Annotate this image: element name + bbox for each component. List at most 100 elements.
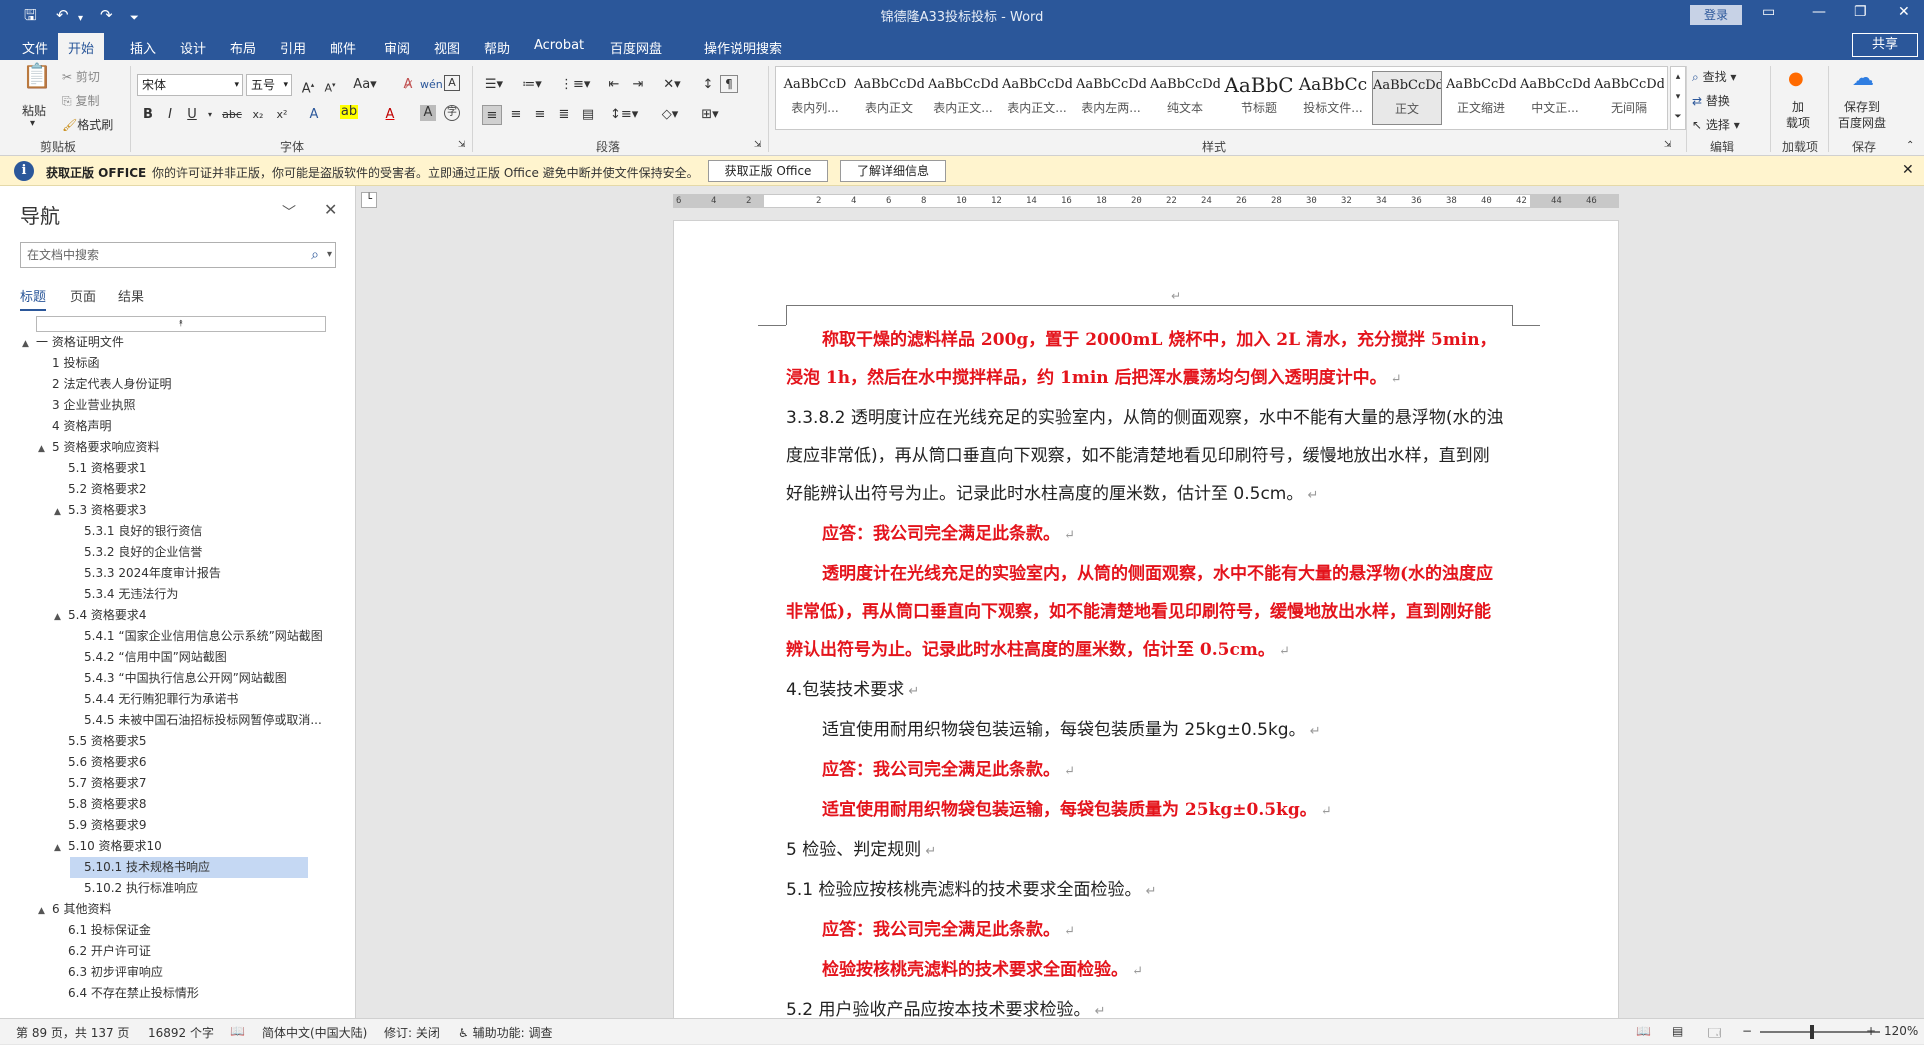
zoom-level[interactable]: 120% bbox=[1884, 1024, 1918, 1038]
nav-heading-item[interactable]: 5.3.1 良好的银行资信 bbox=[70, 521, 202, 542]
text-effects-icon[interactable]: A bbox=[304, 105, 324, 125]
ribbon-display-options-icon[interactable]: ▭ bbox=[1762, 4, 1775, 20]
paste-icon[interactable]: 📋 bbox=[22, 64, 52, 98]
addins-icon[interactable]: ● bbox=[1788, 68, 1804, 89]
font-size-combo[interactable]: 五号 ▾ bbox=[246, 74, 292, 96]
nav-tab-pages[interactable]: 页面 bbox=[70, 286, 96, 305]
nav-heading-item[interactable]: 6.2 开户许可证 bbox=[54, 941, 151, 962]
format-painter-button[interactable]: 🖌格式刷 bbox=[62, 116, 113, 133]
expand-toggle-icon[interactable]: ▲ bbox=[22, 334, 36, 355]
style-item[interactable]: AaBbCcDdI 正文 bbox=[1372, 71, 1442, 125]
web-layout-icon[interactable]: 🗔 bbox=[1708, 1024, 1721, 1045]
nav-heading-item[interactable]: 5.5 资格要求5 bbox=[54, 731, 147, 752]
document-page[interactable]: ↵ 称取干燥的滤料样品 200g，置于 2000mL 烧杯中，加入 2L 清水，… bbox=[673, 220, 1619, 1018]
phonetic-guide-icon[interactable]: wén bbox=[420, 75, 443, 95]
document-paragraph[interactable]: 适宜使用耐用织物袋包装运输，每袋包装质量为 25kg±0.5kg。 ↵ bbox=[786, 791, 1506, 831]
numbering-icon[interactable]: ≔▾ bbox=[520, 75, 544, 95]
proofing-icon[interactable]: 📖 bbox=[230, 1024, 245, 1038]
close-icon[interactable]: ✕ bbox=[1898, 4, 1910, 20]
get-genuine-office-button[interactable]: 获取正版 Office bbox=[708, 160, 828, 182]
language-indicator[interactable]: 简体中文(中国大陆) bbox=[262, 1024, 367, 1041]
nav-heading-item[interactable]: 5.2 资格要求2 bbox=[54, 479, 147, 500]
nav-heading-item[interactable]: 5.4.4 无行贿犯罪行为承诺书 bbox=[70, 689, 238, 710]
tab-3[interactable]: 设计 bbox=[180, 38, 206, 57]
zoom-out-icon[interactable]: − bbox=[1742, 1024, 1752, 1038]
underline-dropdown-icon[interactable]: ▾ bbox=[200, 105, 220, 125]
tab-12[interactable]: 操作说明搜索 bbox=[704, 38, 782, 57]
bold-icon[interactable]: B bbox=[138, 105, 158, 125]
style-item[interactable]: AaBbCcDdI 无间隔 bbox=[1594, 71, 1664, 125]
word-count[interactable]: 16892 个字 bbox=[148, 1024, 214, 1041]
document-paragraph[interactable]: 应答：我公司完全满足此条款。 ↵ bbox=[786, 515, 1506, 555]
document-paragraph[interactable]: 检验按核桃壳滤料的技术要求全面检验。 ↵ bbox=[786, 951, 1506, 991]
underline-icon[interactable]: U bbox=[182, 105, 202, 125]
tab-10[interactable]: Acrobat bbox=[534, 38, 584, 53]
share-button[interactable]: 共享 bbox=[1852, 33, 1918, 57]
borders-icon[interactable]: ⊞▾ bbox=[696, 105, 724, 125]
align-right-icon[interactable]: ≡ bbox=[530, 105, 550, 125]
tab-9[interactable]: 帮助 bbox=[484, 38, 510, 57]
zoom-slider[interactable] bbox=[1760, 1031, 1880, 1033]
increase-indent-icon[interactable]: ⇥ bbox=[628, 75, 648, 95]
nav-heading-item[interactable]: ▲ 5 资格要求响应资料 bbox=[38, 437, 159, 458]
nav-heading-item[interactable]: 5.4.1 “国家企业信用信息公示系统”网站截图 bbox=[70, 626, 323, 647]
nav-heading-item[interactable]: 5.4.3 “中国执行信息公开网”网站截图 bbox=[70, 668, 287, 689]
zoom-in-icon[interactable]: + bbox=[1866, 1024, 1876, 1038]
tab-2[interactable]: 插入 bbox=[130, 38, 156, 57]
styles-scroll[interactable]: ▴ ▾ ⏷ bbox=[1670, 66, 1686, 130]
nav-tab-headings[interactable]: 标题 bbox=[20, 286, 47, 311]
tab-5[interactable]: 引用 bbox=[280, 38, 306, 57]
page-count[interactable]: 第 89 页，共 137 页 bbox=[16, 1024, 129, 1041]
minimize-icon[interactable]: — bbox=[1812, 4, 1826, 20]
nav-heading-item[interactable]: 5.8 资格要求8 bbox=[54, 794, 147, 815]
nav-heading-item[interactable]: ▲ 5.3 资格要求3 bbox=[54, 500, 147, 521]
close-icon[interactable]: ✕ bbox=[324, 200, 337, 219]
character-shading-icon[interactable]: A bbox=[420, 105, 436, 121]
chevron-down-icon[interactable]: ﹀ bbox=[282, 202, 296, 222]
align-left-icon[interactable]: ≡ bbox=[482, 105, 502, 125]
decrease-indent-icon[interactable]: ⇤ bbox=[604, 75, 624, 95]
replace-button[interactable]: ⇄ 替换 bbox=[1692, 92, 1730, 109]
tab-1[interactable]: 开始 bbox=[58, 33, 105, 60]
nav-tab-results[interactable]: 结果 bbox=[118, 286, 144, 305]
nav-heading-item[interactable]: 6.3 初步评审响应 bbox=[54, 962, 163, 983]
baidu-save-label-2[interactable]: 百度网盘 bbox=[1838, 114, 1886, 131]
nav-heading-item[interactable]: 6.4 不存在禁止投标情形 bbox=[54, 983, 199, 1004]
nav-heading-item[interactable]: 5.1 资格要求1 bbox=[54, 458, 147, 479]
nav-heading-item[interactable]: ▲ 5.10 资格要求10 bbox=[54, 836, 162, 857]
nav-heading-item[interactable]: 2 法定代表人身份证明 bbox=[38, 374, 171, 395]
expand-toggle-icon[interactable]: ▲ bbox=[38, 901, 52, 922]
nav-heading-item[interactable]: 5.3.3 2024年度审计报告 bbox=[70, 563, 221, 584]
document-paragraph[interactable]: 4.包装技术要求 ↵ bbox=[786, 671, 1506, 711]
strikethrough-icon[interactable]: abc bbox=[222, 105, 242, 125]
style-item[interactable]: AaBbCcD 表内列... bbox=[780, 71, 850, 125]
learn-more-button[interactable]: 了解详细信息 bbox=[840, 160, 946, 182]
nav-heading-item[interactable]: 6.1 投标保证金 bbox=[54, 920, 151, 941]
chevron-down-icon[interactable]: ▾ bbox=[327, 243, 332, 267]
character-border-icon[interactable]: A bbox=[444, 75, 460, 91]
cut-button[interactable]: ✂ 剪切 bbox=[62, 68, 100, 85]
shading-icon[interactable]: ◇▾ bbox=[656, 105, 684, 125]
chinese-layout-icon[interactable]: ✕▾ bbox=[660, 75, 684, 95]
nav-heading-item[interactable]: 5.4.2 “信用中国”网站截图 bbox=[70, 647, 227, 668]
style-item[interactable]: AaBbCcDdI 纯文本 bbox=[1150, 71, 1220, 125]
expand-toggle-icon[interactable]: ▲ bbox=[54, 502, 68, 523]
sort-icon[interactable]: ↕ bbox=[698, 75, 718, 95]
styles-dialog-launcher-icon[interactable]: ⇲ bbox=[1664, 140, 1672, 150]
nav-search-input[interactable]: 在文档中搜索 ⌕ ▾ bbox=[20, 242, 336, 268]
paste-dropdown-icon[interactable]: ▾ bbox=[30, 118, 35, 129]
font-name-combo[interactable]: 宋体 ▾ bbox=[137, 74, 243, 96]
document-paragraph[interactable]: 透明度计在光线充足的实验室内，从筒的侧面观察，水中不能有大量的悬浮物(水的浊度应… bbox=[786, 555, 1506, 671]
zoom-slider-thumb[interactable] bbox=[1810, 1025, 1814, 1039]
nav-heading-item[interactable]: 5.7 资格要求7 bbox=[54, 773, 147, 794]
expand-toggle-icon[interactable]: ▲ bbox=[38, 439, 52, 460]
superscript-icon[interactable]: x² bbox=[272, 105, 292, 125]
nav-heading-item[interactable]: ▲ 6 其他资料 bbox=[38, 899, 111, 920]
nav-heading-item[interactable]: 4 资格声明 bbox=[38, 416, 111, 437]
paste-button[interactable]: 粘贴 bbox=[22, 102, 46, 119]
enclose-characters-icon[interactable]: 字 bbox=[444, 105, 460, 121]
nav-heading-item[interactable]: ▲ 一 资格证明文件 bbox=[22, 332, 124, 353]
track-changes-status[interactable]: 修订: 关闭 bbox=[384, 1024, 440, 1041]
font-dialog-launcher-icon[interactable]: ⇲ bbox=[458, 140, 466, 150]
tab-8[interactable]: 视图 bbox=[434, 38, 460, 57]
